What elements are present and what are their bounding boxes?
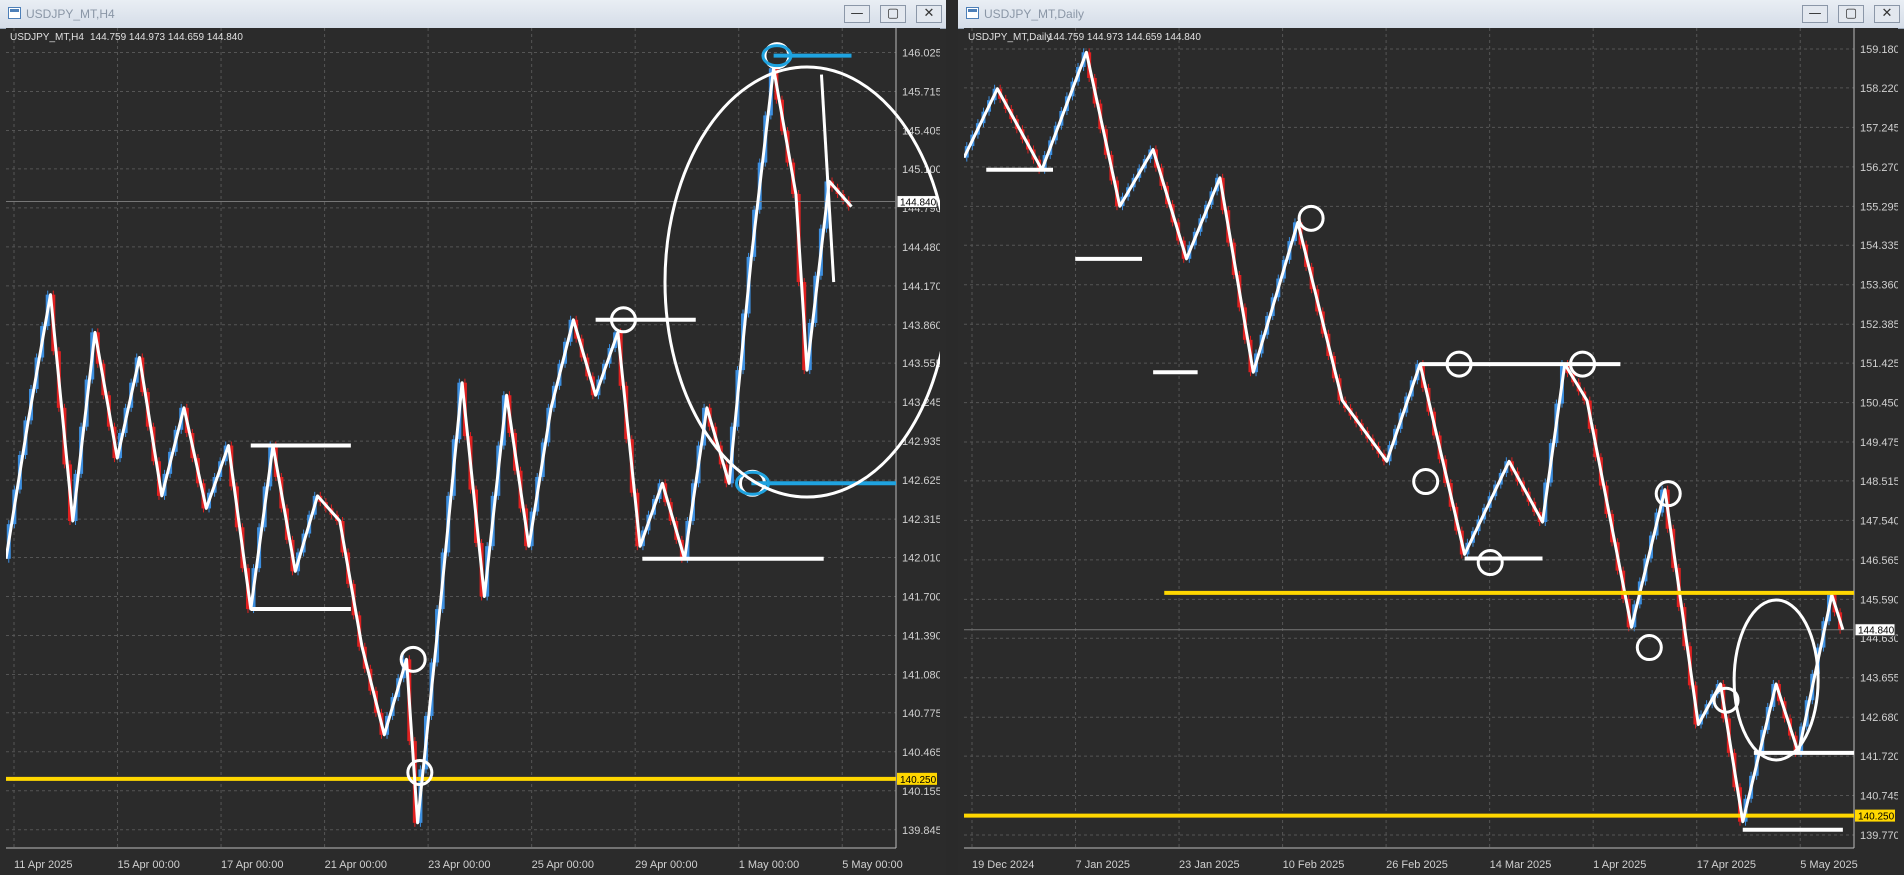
window-splitter[interactable]	[946, 0, 958, 875]
h4-chart-area[interactable]: 11 Apr 2025 15 Apr 00:00 17 Apr 00:00 21 Ap…	[6, 28, 940, 875]
y-tick-label: 141.700	[902, 591, 940, 603]
daily-window-title: USDJPY_MT,Daily	[984, 7, 1085, 21]
y-tick-label: 145.590	[1860, 594, 1898, 606]
y-tick-label: 142.680	[1860, 712, 1898, 724]
x-tick-label: 7 Jan 2025	[1076, 859, 1130, 871]
y-tick-label: 140.745	[1860, 791, 1898, 803]
y-tick-label: 144.170	[902, 281, 940, 293]
current-price-label: 144.840	[1858, 626, 1895, 637]
x-tick-label: 23 Apr 00:00	[428, 859, 490, 871]
x-tick-label: 1 May 00:00	[739, 859, 800, 871]
y-tick-label: 149.475	[1860, 437, 1898, 449]
x-tick-label: 29 Apr 00:00	[635, 859, 697, 871]
y-tick-label: 142.010	[902, 552, 940, 564]
x-tick-label: 5 May 2025	[1800, 859, 1857, 871]
y-tick-label: 157.245	[1860, 122, 1898, 134]
y-tick-label: 146.025	[902, 48, 940, 60]
x-tick-label: 1 Apr 2025	[1593, 859, 1646, 871]
h4-window-titlebar[interactable]: USDJPY_MT,H4 — ▢ ✕	[0, 0, 946, 29]
y-tick-label: 141.080	[902, 669, 940, 681]
minimize-button[interactable]: —	[844, 5, 870, 23]
x-tick-label: 25 Apr 00:00	[532, 859, 594, 871]
y-tick-label: 145.715	[902, 87, 940, 99]
h4-chart-window[interactable]: USDJPY_MT,H4 — ▢ ✕ 11 Apr 2025 15 Apr 00:…	[0, 0, 946, 875]
y-tick-label: 139.770	[1860, 830, 1898, 842]
x-tick-label: 21 Apr 00:00	[325, 859, 387, 871]
x-tick-label: 17 Apr 00:00	[221, 859, 283, 871]
y-tick-label: 142.935	[902, 436, 940, 448]
y-tick-label: 139.845	[902, 825, 940, 837]
chart-window-icon	[966, 7, 979, 19]
ohlc-label: 144.759 144.973 144.659 144.840	[1048, 32, 1201, 43]
x-tick-label: 15 Apr 00:00	[118, 859, 180, 871]
chart-background	[964, 28, 1898, 875]
daily-window-titlebar[interactable]: USDJPY_MT,Daily — ▢ ✕	[958, 0, 1904, 29]
y-tick-label: 143.555	[902, 358, 940, 370]
close-button[interactable]: ✕	[1874, 5, 1900, 23]
y-tick-label: 140.465	[902, 747, 940, 759]
ohlc-label: 144.759 144.973 144.659 144.840	[90, 32, 243, 43]
x-tick-label: 23 Jan 2025	[1179, 859, 1240, 871]
y-tick-label: 142.625	[902, 475, 940, 487]
y-tick-label: 156.270	[1860, 162, 1898, 174]
y-tick-label: 143.860	[902, 320, 940, 332]
chart-window-icon	[8, 7, 21, 19]
y-tick-label: 141.390	[902, 630, 940, 642]
h4-chart-svg[interactable]: 11 Apr 2025 15 Apr 00:00 17 Apr 00:00 21 Ap…	[6, 28, 940, 875]
y-tick-label: 143.655	[1860, 673, 1898, 685]
y-tick-label: 146.565	[1860, 555, 1898, 567]
symbol-label: USDJPY_MT,H4	[10, 32, 84, 43]
y-tick-label: 151.425	[1860, 358, 1898, 370]
symbol-label: USDJPY_MT,Daily	[968, 32, 1051, 43]
daily-chart-svg[interactable]: 19 Dec 2024 7 Jan 2025 23 Jan 2025 10 Feb 2…	[964, 28, 1898, 875]
x-tick-label: 5 May 00:00	[842, 859, 903, 871]
x-tick-label: 14 Mar 2025	[1490, 859, 1552, 871]
y-tick-label: 142.315	[902, 514, 940, 526]
x-tick-label: 17 Apr 2025	[1697, 859, 1756, 871]
y-tick-label: 144.480	[902, 242, 940, 254]
maximize-button[interactable]: ▢	[880, 5, 906, 23]
y-tick-label: 152.385	[1860, 319, 1898, 331]
y-tick-label: 147.540	[1860, 515, 1898, 527]
y-tick-label: 150.450	[1860, 398, 1898, 410]
y-tick-label: 140.155	[902, 786, 940, 798]
y-tick-label: 159.180	[1860, 44, 1898, 56]
y-tick-label: 141.720	[1860, 751, 1898, 763]
minimize-button[interactable]: —	[1802, 5, 1828, 23]
maximize-button[interactable]: ▢	[1838, 5, 1864, 23]
current-price-label: 144.840	[900, 198, 937, 209]
y-tick-label: 153.360	[1860, 280, 1898, 292]
y-tick-label: 148.515	[1860, 476, 1898, 488]
y-tick-label: 158.220	[1860, 83, 1898, 95]
chart-background	[6, 28, 940, 875]
y-tick-label: 145.100	[902, 164, 940, 176]
x-tick-label: 10 Feb 2025	[1283, 859, 1345, 871]
support-price-label: 140.250	[900, 775, 937, 786]
x-tick-label: 19 Dec 2024	[972, 859, 1034, 871]
x-tick-label: 11 Apr 2025	[14, 859, 73, 871]
h4-window-title: USDJPY_MT,H4	[26, 7, 115, 21]
close-button[interactable]: ✕	[916, 5, 942, 23]
support-price-label: 140.250	[1858, 812, 1895, 823]
y-tick-label: 154.335	[1860, 240, 1898, 252]
y-tick-label: 140.775	[902, 708, 940, 720]
daily-chart-window[interactable]: USDJPY_MT,Daily — ▢ ✕ 19 Dec 2024 7 Jan 2…	[958, 0, 1904, 875]
daily-chart-area[interactable]: 19 Dec 2024 7 Jan 2025 23 Jan 2025 10 Feb 2…	[964, 28, 1898, 875]
x-tick-label: 26 Feb 2025	[1386, 859, 1448, 871]
y-tick-label: 155.295	[1860, 201, 1898, 213]
